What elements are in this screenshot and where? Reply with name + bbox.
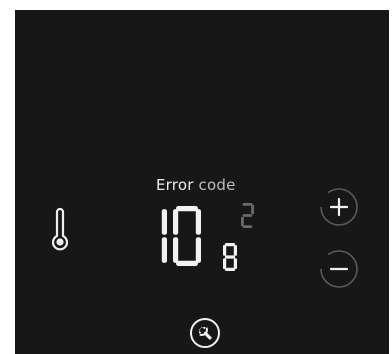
plus-icon <box>319 188 358 226</box>
segment-g <box>242 214 253 217</box>
control-panel: Error code <box>15 10 389 354</box>
decrease-button[interactable] <box>319 249 359 289</box>
segment-f <box>173 209 179 235</box>
digit-small-bottom <box>223 243 237 271</box>
segment-g <box>224 255 236 259</box>
segment-a <box>242 203 253 206</box>
error-label-text: Error <box>156 176 194 194</box>
segment-d <box>176 260 198 266</box>
segment-e <box>241 216 244 227</box>
segment-d <box>224 267 236 271</box>
segment-c <box>195 237 201 263</box>
error-code-label: Error code <box>156 176 236 194</box>
code-label-text: code <box>198 176 236 194</box>
service-button[interactable] <box>189 317 221 349</box>
digit-large-1 <box>161 209 167 263</box>
wrench-icon <box>190 318 220 348</box>
increase-button[interactable] <box>319 187 359 227</box>
digit-small-top <box>241 203 254 228</box>
segment-b <box>195 209 201 235</box>
segment-c <box>233 258 237 270</box>
digit-large-2 <box>173 206 201 266</box>
segment-a <box>176 206 198 212</box>
segment-b <box>233 244 237 256</box>
segment-e <box>223 258 227 270</box>
thermometer-icon[interactable] <box>50 207 70 253</box>
segment-a <box>224 243 236 247</box>
segment-e <box>173 237 179 263</box>
segment-b <box>251 204 254 215</box>
segment-b <box>161 209 167 235</box>
segment-c <box>161 237 167 263</box>
segment-f <box>223 244 227 256</box>
minus-icon <box>319 250 358 288</box>
segment-d <box>242 225 253 228</box>
